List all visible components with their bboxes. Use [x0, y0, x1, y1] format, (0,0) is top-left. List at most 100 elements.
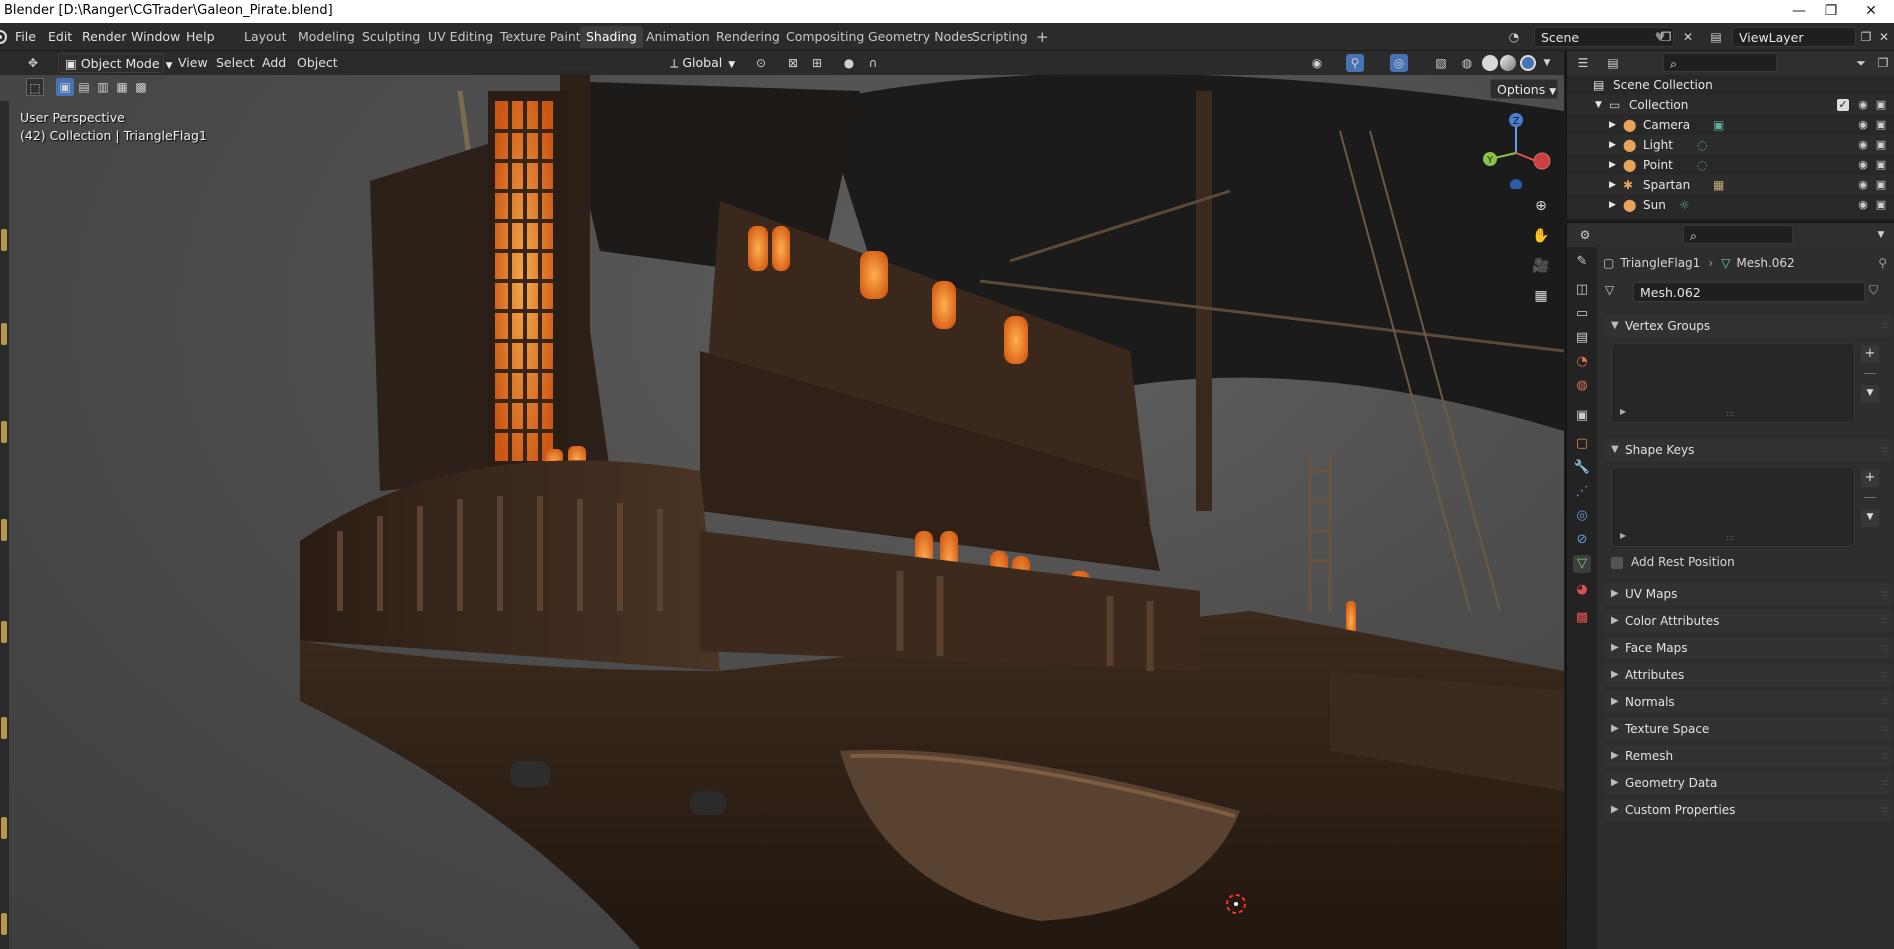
outliner-row-spartan[interactable]: ▶ ✱ Spartan ▦ ◉ ▣	[1567, 175, 1894, 195]
fake-user-shield-icon[interactable]: ⛉	[1869, 283, 1878, 298]
expand-arrow-icon[interactable]: ▶	[1609, 195, 1616, 215]
wireframe-shading-icon[interactable]: ◍	[1458, 54, 1476, 72]
toolbar-strip[interactable]	[0, 101, 9, 949]
tab-scripting[interactable]: Scripting	[966, 26, 1034, 48]
tab-texture-paint[interactable]: Texture Paint	[494, 26, 587, 48]
outliner-row-collection[interactable]: ▼ ▭ Collection ✓ ◉ ▣	[1567, 95, 1894, 115]
new-view-layer-icon[interactable]: ❐	[1858, 29, 1874, 45]
chevron-down-icon[interactable]: ▼	[1873, 227, 1889, 243]
toolbar-tool-icon[interactable]	[1, 621, 7, 643]
menu-window[interactable]: Window	[131, 29, 180, 44]
toolbar-tool-icon[interactable]	[1, 229, 7, 251]
close-button[interactable]: ✕	[1848, 0, 1894, 23]
transform-orientation-dropdown[interactable]: ⟂ Global ▼	[664, 53, 742, 73]
remove-shape-key-button[interactable]: —	[1861, 489, 1879, 507]
vertex-groups-list[interactable]: ▶ :::	[1611, 343, 1855, 423]
snap-icon[interactable]: ⊠	[784, 54, 802, 72]
scene-icon[interactable]: ◔	[1506, 29, 1522, 45]
outliner-row-camera[interactable]: ▶ ⬤ Camera ▣ ◉ ▣	[1567, 115, 1894, 135]
menu-add[interactable]: Add	[262, 55, 286, 70]
3d-viewport[interactable]: ✥ ▣ Object Mode ▼ View Select Add Object ⟂…	[0, 51, 1564, 949]
tab-shading[interactable]: Shading	[580, 26, 643, 48]
add-rest-position-checkbox[interactable]	[1611, 556, 1623, 569]
constraints-tab-icon[interactable]: ⊘	[1573, 531, 1591, 549]
panel-vertex-groups[interactable]: ▼ Vertex Groups:::	[1605, 315, 1891, 337]
shape-keys-list[interactable]: ▶ :::	[1611, 467, 1855, 547]
drag-handle-icon[interactable]: :::	[1881, 691, 1888, 713]
visibility-eye-icon[interactable]: ◉	[1857, 179, 1869, 191]
resize-handle-icon[interactable]: :::	[1726, 533, 1734, 542]
add-rest-position-row[interactable]: Add Rest Position	[1611, 553, 1735, 571]
tab-geometry-nodes[interactable]: Geometry Nodes	[862, 26, 979, 48]
tab-layout[interactable]: Layout	[238, 26, 293, 48]
select-extend-icon[interactable]: ▤	[75, 78, 93, 96]
toolbar-tool-icon[interactable]	[1, 519, 7, 541]
perspective-toggle-icon[interactable]: ▦	[1530, 285, 1552, 307]
menu-render[interactable]: Render	[82, 29, 127, 44]
blender-logo-icon[interactable]	[0, 28, 8, 46]
render-camera-icon[interactable]: ▣	[1875, 159, 1887, 171]
data-tab-icon[interactable]: ▽	[1573, 555, 1591, 573]
pin-icon[interactable]: ⚲	[1878, 253, 1887, 273]
tab-modeling[interactable]: Modeling	[292, 26, 361, 48]
pan-hand-icon[interactable]: ✋	[1530, 225, 1552, 247]
render-camera-icon[interactable]: ▣	[1875, 119, 1887, 131]
camera-data-icon[interactable]: ▣	[1713, 115, 1724, 135]
visibility-eye-icon[interactable]: ◉	[1857, 139, 1869, 151]
proportional-editing-icon[interactable]: ●	[840, 54, 858, 72]
scene-tab-icon[interactable]: ◔	[1573, 353, 1591, 371]
navigation-gizmo[interactable]: Z Y	[1478, 109, 1558, 189]
toolbar-tool-icon[interactable]	[1, 913, 7, 935]
collection-tab-icon[interactable]: ▣	[1573, 407, 1591, 425]
vertex-group-specials-button[interactable]: ▼	[1861, 385, 1879, 403]
remove-vertex-group-button[interactable]: —	[1861, 365, 1879, 383]
render-camera-icon[interactable]: ▣	[1875, 99, 1887, 111]
menu-object[interactable]: Object	[297, 55, 338, 70]
menu-select[interactable]: Select	[216, 55, 255, 70]
editor-type-icon[interactable]: ✥	[24, 54, 42, 72]
overlay-toggle-icon[interactable]: ◎	[1390, 54, 1408, 72]
panel-remesh[interactable]: ▶ Remesh:::	[1605, 745, 1891, 767]
world-tab-icon[interactable]: ◍	[1573, 377, 1591, 395]
gizmo-neg-z-axis[interactable]	[1510, 179, 1522, 189]
panel-attributes[interactable]: ▶ Attributes:::	[1605, 664, 1891, 686]
visibility-eye-icon[interactable]: ◉	[1857, 199, 1869, 211]
drag-handle-icon[interactable]: :::	[1881, 583, 1888, 605]
panel-uv-maps[interactable]: ▶ UV Maps:::	[1605, 583, 1891, 605]
menu-edit[interactable]: Edit	[48, 29, 72, 44]
drag-handle-icon[interactable]: :::	[1881, 637, 1888, 659]
material-tab-icon[interactable]: ◕	[1573, 581, 1591, 599]
select-new-icon[interactable]: ▣	[56, 78, 74, 96]
view-layer-field[interactable]: ViewLayer	[1732, 27, 1856, 47]
expand-arrow-icon[interactable]: ▶	[1620, 407, 1626, 416]
expand-arrow-icon[interactable]: ▶	[1609, 135, 1616, 155]
menu-view[interactable]: View	[178, 55, 208, 70]
light-data-icon[interactable]: ◌	[1697, 155, 1707, 175]
xray-icon[interactable]: ▧	[1432, 54, 1450, 72]
select-subtract-icon[interactable]: ▥	[94, 78, 112, 96]
tab-rendering[interactable]: Rendering	[710, 26, 786, 48]
view-layer-icon[interactable]: ▤	[1708, 29, 1724, 45]
outliner-row-sun[interactable]: ▶ ⬤ Sun ☼ ◉ ▣	[1567, 195, 1894, 215]
display-mode-icon[interactable]: ▤	[1605, 55, 1621, 71]
select-invert-icon[interactable]: ▦	[113, 78, 131, 96]
render-tab-icon[interactable]: ◫	[1573, 281, 1591, 299]
zoom-icon[interactable]: ⊕	[1530, 195, 1552, 217]
filter-icon[interactable]: ⏷	[1853, 55, 1869, 71]
tab-uv-editing[interactable]: UV Editing	[422, 26, 499, 48]
panel-normals[interactable]: ▶ Normals:::	[1605, 691, 1891, 713]
material-preview-icon[interactable]	[1500, 55, 1516, 71]
snap-target-icon[interactable]: ⊞	[808, 54, 826, 72]
gizmo-toggle-icon[interactable]: ⚲	[1346, 54, 1364, 72]
expand-arrow-icon[interactable]: ▶	[1620, 531, 1626, 540]
resize-handle-icon[interactable]: :::	[1726, 409, 1734, 418]
mesh-data-icon[interactable]: ▽	[1605, 283, 1614, 297]
tab-compositing[interactable]: Compositing	[780, 26, 870, 48]
falloff-icon[interactable]: ∩	[864, 54, 882, 72]
light-data-icon[interactable]: ◌	[1697, 135, 1707, 155]
panel-color-attributes[interactable]: ▶ Color Attributes:::	[1605, 610, 1891, 632]
tab-animation[interactable]: Animation	[640, 26, 716, 48]
menu-help[interactable]: Help	[186, 29, 215, 44]
visibility-eye-icon[interactable]: ◉	[1857, 99, 1869, 111]
output-tab-icon[interactable]: ▭	[1573, 305, 1591, 323]
